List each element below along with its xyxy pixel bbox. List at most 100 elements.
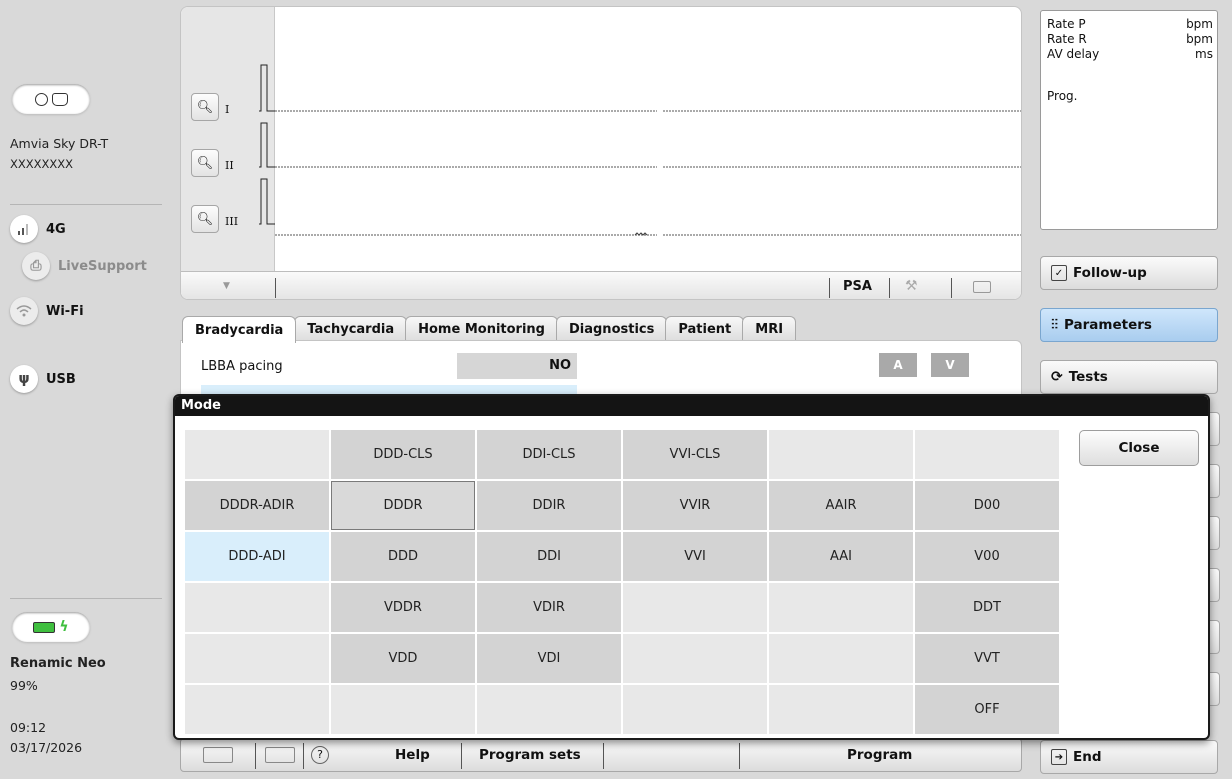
mode-grid: DDD-CLS DDI-CLS VVI-CLS DDDR-ADIR DDDR DDIR VV… — [185, 430, 1059, 734]
mode-option-off[interactable]: OFF — [915, 685, 1059, 734]
device-name: Amvia Sky DR-T — [10, 136, 109, 151]
battery-indicator: ϟ — [12, 612, 90, 642]
mode-option-vdi[interactable]: VDI — [477, 634, 621, 683]
tests-button[interactable]: ⟳ Tests — [1040, 360, 1218, 394]
close-button[interactable]: Close — [1079, 430, 1199, 466]
mode-option-ddir[interactable]: DDIR — [477, 481, 621, 530]
tab-diagnostics[interactable]: Diagnostics — [555, 316, 668, 341]
mode-option-ddt[interactable]: DDT — [915, 583, 1059, 632]
mode-cell-empty — [915, 430, 1059, 479]
ecg-toolbar: ▼ PSA ⚒ — [181, 271, 1021, 299]
mode-option-aai[interactable]: AAI — [769, 532, 913, 581]
info-label: Rate R — [1047, 32, 1087, 46]
mode-option-ddd[interactable]: DDD — [331, 532, 475, 581]
connection-wifi[interactable]: Wi-Fi — [10, 297, 84, 325]
mode-option-vddr[interactable]: VDDR — [331, 583, 475, 632]
mode-option-ddi[interactable]: DDI — [477, 532, 621, 581]
livesupport-icon: ⎙ — [22, 252, 50, 280]
mode-option-vvt[interactable]: VVT — [915, 634, 1059, 683]
info-unit: ms — [1195, 47, 1213, 61]
tests-icon: ⟳ — [1051, 369, 1063, 385]
mode-cell-empty — [769, 430, 913, 479]
print-icon[interactable] — [203, 747, 233, 763]
mode-option-ddi-cls[interactable]: DDI-CLS — [477, 430, 621, 479]
tab-mri[interactable]: MRI — [742, 316, 797, 341]
mode-cell-empty — [185, 430, 329, 479]
mode-dialog: Mode DDD-CLS DDI-CLS VVI-CLS DDDR-ADIR DDDR D… — [173, 394, 1210, 740]
info-unit: bpm — [1186, 32, 1213, 46]
mode-option-vdd[interactable]: VDD — [331, 634, 475, 683]
ecg-traces — [259, 64, 1021, 236]
circle-icon — [34, 92, 48, 106]
connection-label: LiveSupport — [58, 258, 147, 274]
lbba-label: LBBA pacing — [201, 359, 283, 374]
mode-cell-empty — [623, 634, 767, 683]
connection-label: 4G — [46, 221, 66, 237]
mode-option-vdir[interactable]: VDIR — [477, 583, 621, 632]
lbba-value[interactable]: NO — [457, 353, 577, 379]
mode-option-vvir[interactable]: VVIR — [623, 481, 767, 530]
column-header-v: V — [931, 353, 969, 377]
tab-patient[interactable]: Patient — [665, 316, 745, 341]
measurement-box: Rate P bpm Rate R bpm AV delay ms Prog. — [1040, 10, 1218, 230]
mode-option-d00[interactable]: D00 — [915, 481, 1059, 530]
mode-cell-empty — [769, 583, 913, 632]
tab-home-monitoring[interactable]: Home Monitoring — [405, 316, 558, 341]
ecg-panel: 🔍︎ 🔍︎ 🔍︎ I II III ▼ PSA ⚒ — [180, 6, 1022, 300]
nav-label: Parameters — [1064, 317, 1152, 333]
info-label: AV delay — [1047, 47, 1100, 61]
save-icon[interactable] — [265, 747, 295, 763]
device-serial: XXXXXXXX — [10, 157, 74, 171]
mode-option-vvi-cls[interactable]: VVI-CLS — [623, 430, 767, 479]
mode-option-aair[interactable]: AAIR — [769, 481, 913, 530]
chevron-down-icon[interactable]: ▼ — [223, 281, 230, 291]
help-icon[interactable]: ? — [311, 746, 329, 764]
tools-icon[interactable]: ⚒ — [905, 278, 918, 294]
mode-option-v00[interactable]: V00 — [915, 532, 1059, 581]
parameter-tabs: Bradycardia Tachycardia Home Monitoring … — [182, 316, 797, 343]
follow-up-button[interactable]: ✓ Follow-up — [1040, 256, 1218, 290]
mode-option-ddd-cls[interactable]: DDD-CLS — [331, 430, 475, 479]
connection-label: USB — [46, 371, 76, 387]
tab-tachycardia[interactable]: Tachycardia — [294, 316, 408, 341]
checklist-icon: ✓ — [1051, 265, 1067, 281]
mode-option-dddr-adir[interactable]: DDDR-ADIR — [185, 481, 329, 530]
lbba-value-text: NO — [549, 358, 571, 373]
program-button[interactable]: Program — [847, 747, 912, 763]
mode-cell-empty — [623, 583, 767, 632]
mode-option-ddd-adi[interactable]: DDD-ADI — [185, 532, 329, 581]
help-button[interactable]: Help — [395, 747, 430, 763]
connection-usb[interactable]: ψ USB — [10, 365, 76, 393]
connection-label: Wi-Fi — [46, 303, 84, 319]
usb-icon: ψ — [10, 365, 38, 393]
sidebar: Amvia Sky DR-T XXXXXXXX 4G ⎙ LiveSupport… — [0, 0, 172, 779]
separator — [951, 278, 952, 298]
battery-percent: 99% — [10, 678, 38, 693]
parameters-button[interactable]: ⫶⫶ Parameters — [1040, 308, 1218, 342]
wifi-icon — [10, 297, 38, 325]
charging-icon: ϟ — [59, 619, 69, 635]
tab-bradycardia[interactable]: Bradycardia — [182, 316, 297, 343]
info-unit: bpm — [1186, 17, 1213, 31]
mode-option-dddr[interactable]: DDDR — [331, 481, 475, 530]
column-header-a: A — [879, 353, 917, 377]
mode-cell-empty — [769, 685, 913, 734]
connection-toggle[interactable] — [12, 84, 90, 114]
separator — [255, 743, 256, 769]
mode-option-vvi[interactable]: VVI — [623, 532, 767, 581]
separator — [303, 743, 304, 769]
separator — [829, 278, 830, 298]
separator — [461, 743, 462, 769]
separator — [739, 743, 740, 769]
camera-icon[interactable] — [973, 281, 991, 293]
info-row: Rate P bpm — [1047, 17, 1213, 31]
connection-4g[interactable]: 4G — [10, 215, 66, 243]
mode-cell-empty — [185, 583, 329, 632]
info-label: Rate P — [1047, 17, 1086, 31]
end-button[interactable]: ➔ End — [1040, 740, 1218, 774]
divider — [10, 204, 162, 205]
connection-livesupport[interactable]: ⎙ LiveSupport — [22, 252, 147, 280]
program-sets-button[interactable]: Program sets — [479, 747, 581, 763]
psa-button[interactable]: PSA — [843, 279, 872, 294]
folder-icon — [51, 92, 68, 106]
